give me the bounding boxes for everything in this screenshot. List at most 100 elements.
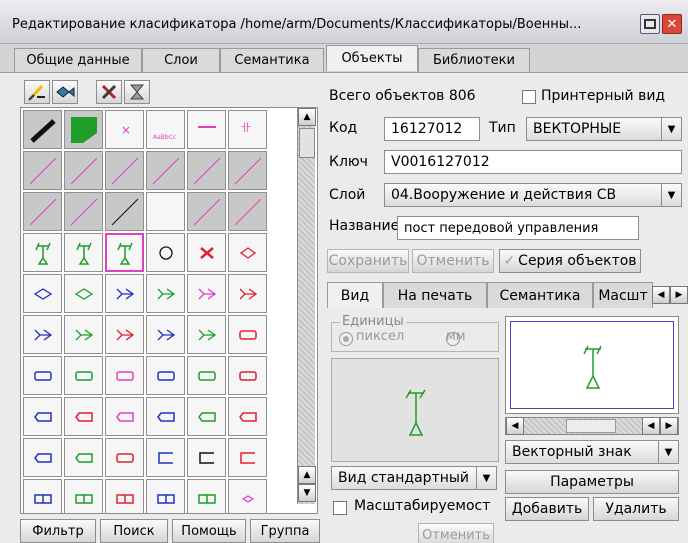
tab-libraries[interactable]: Библиотеки [418,48,530,72]
chevron-left-icon[interactable]: ◀ [652,286,670,304]
diagonal-line-icon[interactable] [228,151,267,190]
blue-double-icon[interactable] [23,479,62,513]
blue-tag-icon[interactable] [23,397,62,436]
chevron-down-icon[interactable]: ▼ [661,118,681,140]
tab-print[interactable]: На печать [383,282,487,308]
blue-arrow-icon[interactable] [105,274,144,313]
chevron-down-icon[interactable]: ▼ [661,184,681,206]
antenna-post-icon[interactable] [23,233,62,272]
diagonal-line-icon[interactable] [187,192,226,231]
chevron-left-icon[interactable]: ◀ [506,417,524,435]
scroll-up-icon[interactable]: ▲ [298,108,316,126]
magenta-line-icon[interactable] [187,110,226,149]
diagonal-line-icon[interactable] [64,151,103,190]
chevron-right-icon[interactable]: ▶ [660,417,678,435]
cross-arrow-icon[interactable] [187,233,226,272]
knife-icon[interactable] [23,110,62,149]
red-tag-icon[interactable] [228,397,267,436]
red-rect-icon[interactable] [228,315,267,354]
diagonal-line-icon[interactable] [187,151,226,190]
tab-view[interactable]: Вид [327,282,383,308]
scroll-up-icon[interactable]: ▲ [298,466,316,484]
green-tag-icon[interactable] [187,397,226,436]
group-button[interactable]: Группа [250,519,320,543]
blank-icon[interactable] [146,192,185,231]
name-field[interactable]: пост передовой управления [397,216,639,240]
circle-icon[interactable] [146,233,185,272]
diagonal-line-icon[interactable] [64,192,103,231]
tab-objects[interactable]: Объекты [326,45,418,71]
close-icon[interactable]: ✕ [662,14,682,34]
blue-diamond-icon[interactable] [23,274,62,313]
diagonal-line-icon[interactable] [105,151,144,190]
antenna-small-icon[interactable] [64,233,103,272]
red-small-icon[interactable] [228,479,267,513]
green-polygon-icon[interactable] [64,110,103,149]
save-button[interactable]: Сохранить [327,249,409,273]
blue-tag-icon[interactable] [146,397,185,436]
diagonal-line-icon[interactable] [228,192,267,231]
sign-type-select[interactable]: Векторный знак ▼ [505,440,679,464]
magenta-rect-icon[interactable] [105,356,144,395]
maximize-icon[interactable] [640,14,660,34]
scroll-down-icon[interactable]: ▼ [298,484,316,502]
red-tag-icon[interactable] [64,397,103,436]
blue-arrow-icon[interactable] [23,315,62,354]
green-double-icon[interactable] [64,479,103,513]
green-arrow-icon[interactable] [146,274,185,313]
red-arrow-icon[interactable] [105,315,144,354]
small-cross-icon[interactable]: × [105,110,144,149]
series-button[interactable]: ✓ Серия объектов [499,249,641,273]
view-cancel-button[interactable]: Отменить [418,523,494,543]
tab-inner-semantics[interactable]: Семантика [487,282,593,308]
tab-layers[interactable]: Слои [142,48,220,72]
tab-general[interactable]: Общие данные [14,48,142,72]
chevron-right-icon[interactable]: ▶ [670,286,688,304]
delete-cross-icon[interactable] [96,80,122,104]
red-double-icon[interactable] [105,479,144,513]
help-button[interactable]: Помощь [172,519,246,543]
pixel-radio[interactable] [339,331,353,346]
scroll-thumb[interactable] [566,419,616,433]
magenta-mark-icon[interactable]: 卝 [228,110,267,149]
edit-pen-icon[interactable] [24,80,50,104]
tab-scale[interactable]: Масшт [593,282,653,308]
printer-view-checkbox[interactable] [522,90,536,104]
black-diagonal-icon[interactable] [105,192,144,231]
scroll-thumb[interactable] [299,128,315,158]
green-arrow-icon[interactable] [64,315,103,354]
fish-icon[interactable] [52,80,78,104]
type-select[interactable]: ВЕКТОРНЫЕ ▼ [526,117,682,141]
view-select[interactable]: Вид стандартный ▼ [331,466,497,490]
blue-tag-icon[interactable] [23,438,62,477]
red-rect-icon[interactable] [228,356,267,395]
code-field[interactable]: 16127012 [384,117,480,141]
antenna-selected-icon[interactable] [105,233,144,272]
chevron-down-icon[interactable]: ▼ [476,467,496,489]
grid-scrollbar[interactable]: ▲ ▲ ▼ [297,108,316,504]
delete-button[interactable]: Удалить [593,497,679,521]
green-rect-icon[interactable] [64,356,103,395]
layer-select[interactable]: 04.Вооружение и действия СВ ▼ [384,183,682,207]
green-rect-icon[interactable] [187,356,226,395]
magenta-tag-icon[interactable] [105,397,144,436]
diagonal-line-icon[interactable] [23,192,62,231]
red-bracket-icon[interactable] [228,438,267,477]
green-diamond-icon[interactable] [64,274,103,313]
chevron-down-icon[interactable]: ▼ [658,441,678,463]
green-tag-icon[interactable] [64,438,103,477]
red-arrow-icon[interactable] [228,274,267,313]
key-field[interactable]: V0016127012 [384,150,682,174]
blue-rect-icon[interactable] [23,356,62,395]
green-double-icon[interactable] [187,479,226,513]
blue-rect-icon[interactable] [146,356,185,395]
preview-scrollbar[interactable]: ◀ ◀ ▶ [505,417,679,435]
scalable-checkbox[interactable] [333,501,347,515]
red-big-rect-icon[interactable] [105,438,144,477]
filter-button[interactable]: Фильтр [20,519,96,543]
diagonal-line-icon[interactable] [23,151,62,190]
params-button[interactable]: Параметры [505,470,679,494]
blue-bracket-icon[interactable] [146,438,185,477]
small-text-icon[interactable]: AaBbCc [146,110,185,149]
tab-semantics[interactable]: Семантика [220,48,324,72]
